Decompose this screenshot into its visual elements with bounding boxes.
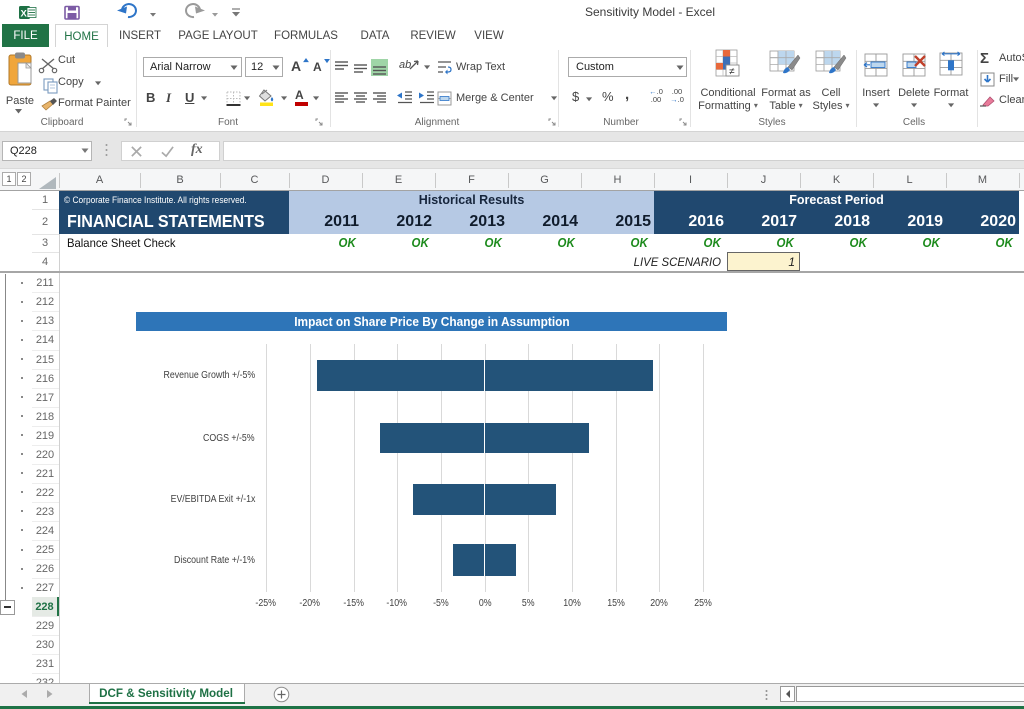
svg-text:X: X <box>21 9 28 20</box>
svg-text:≠: ≠ <box>729 67 735 78</box>
